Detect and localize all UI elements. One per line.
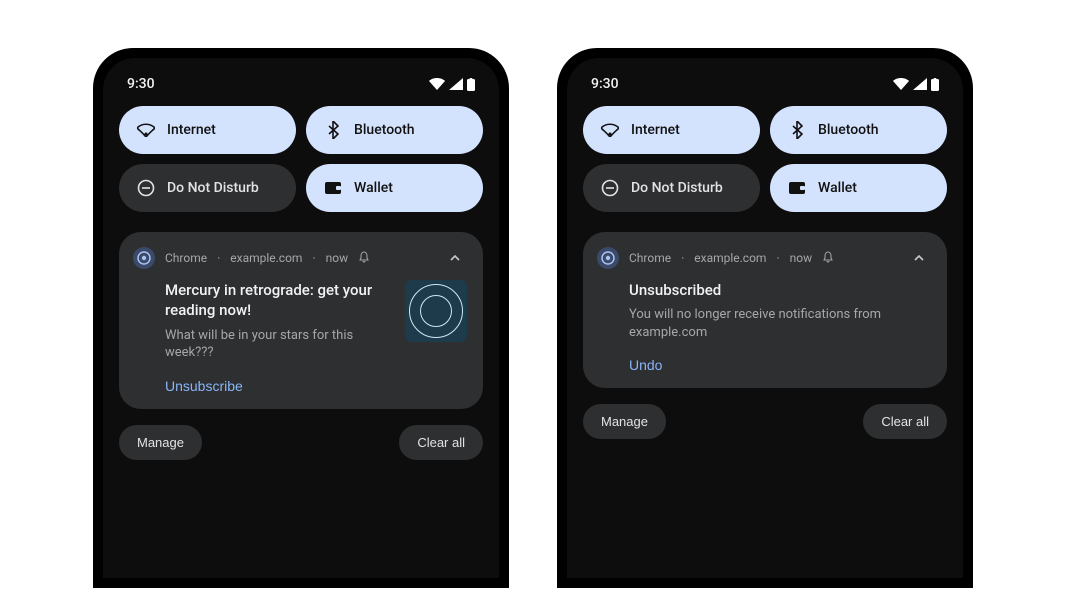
wifi-icon bbox=[429, 78, 445, 90]
notif-site: example.com bbox=[230, 251, 302, 265]
qs-internet[interactable]: Internet bbox=[583, 106, 760, 154]
notification-body: Mercury in retrograde: get your reading … bbox=[133, 280, 467, 362]
notification-header: Chrome · example.com · now bbox=[597, 246, 931, 270]
screen: 9:30 Internet Bluetooth bbox=[567, 58, 963, 578]
chevron-up-icon bbox=[448, 251, 462, 265]
bluetooth-icon bbox=[324, 121, 342, 139]
notification-footer: Manage Clear all bbox=[119, 425, 483, 460]
wallet-icon bbox=[788, 179, 806, 197]
phone-right: 9:30 Internet Bluetooth bbox=[557, 48, 973, 588]
wifi-icon bbox=[893, 78, 909, 90]
qs-label: Internet bbox=[167, 122, 216, 138]
bluetooth-icon bbox=[788, 121, 806, 139]
notif-when: now bbox=[790, 251, 813, 265]
status-bar: 9:30 bbox=[119, 72, 483, 106]
unsubscribe-button[interactable]: Unsubscribe bbox=[165, 378, 243, 394]
notif-when: now bbox=[326, 251, 349, 265]
manage-button[interactable]: Manage bbox=[583, 404, 666, 439]
notif-app: Chrome bbox=[629, 251, 671, 265]
notification-header: Chrome · example.com · now bbox=[133, 246, 467, 270]
qs-dnd[interactable]: Do Not Disturb bbox=[583, 164, 760, 212]
notification-body: Unsubscribed You will no longer receive … bbox=[597, 280, 931, 341]
signal-icon bbox=[449, 78, 463, 90]
chrome-icon bbox=[597, 247, 619, 269]
notification-actions: Undo bbox=[597, 355, 931, 374]
clock: 9:30 bbox=[591, 76, 619, 92]
status-icons bbox=[893, 78, 939, 91]
signal-icon bbox=[913, 78, 927, 90]
qs-wallet[interactable]: Wallet bbox=[770, 164, 947, 212]
clear-all-button[interactable]: Clear all bbox=[863, 404, 947, 439]
chevron-up-icon bbox=[912, 251, 926, 265]
notification-text: What will be in your stars for this week… bbox=[165, 327, 393, 362]
status-icons bbox=[429, 78, 475, 91]
notification-text: You will no longer receive notifications… bbox=[629, 306, 931, 341]
notification-title: Mercury in retrograde: get your reading … bbox=[165, 280, 393, 321]
battery-icon bbox=[931, 78, 939, 91]
chrome-icon bbox=[133, 247, 155, 269]
qs-label: Internet bbox=[631, 122, 680, 138]
qs-label: Wallet bbox=[354, 180, 393, 196]
qs-label: Bluetooth bbox=[818, 122, 879, 138]
notification-footer: Manage Clear all bbox=[583, 404, 947, 439]
status-bar: 9:30 bbox=[583, 72, 947, 106]
notification-actions: Unsubscribe bbox=[133, 376, 467, 395]
qs-label: Bluetooth bbox=[354, 122, 415, 138]
manage-button[interactable]: Manage bbox=[119, 425, 202, 460]
wifi-icon bbox=[601, 121, 619, 139]
phone-left: 9:30 Internet Bluetooth bbox=[93, 48, 509, 588]
collapse-button[interactable] bbox=[907, 246, 931, 270]
notification-title: Unsubscribed bbox=[629, 280, 931, 300]
notif-site: example.com bbox=[694, 251, 766, 265]
undo-button[interactable]: Undo bbox=[629, 357, 662, 373]
qs-bluetooth[interactable]: Bluetooth bbox=[306, 106, 483, 154]
qs-label: Do Not Disturb bbox=[167, 180, 259, 196]
wifi-icon bbox=[137, 121, 155, 139]
wallet-icon bbox=[324, 179, 342, 197]
screen: 9:30 Internet Bluetooth bbox=[103, 58, 499, 578]
qs-bluetooth[interactable]: Bluetooth bbox=[770, 106, 947, 154]
quick-settings: Internet Bluetooth Do Not Disturb Wallet bbox=[119, 106, 483, 212]
quick-settings: Internet Bluetooth Do Not Disturb Wallet bbox=[583, 106, 947, 212]
bell-icon bbox=[358, 251, 370, 266]
notif-app: Chrome bbox=[165, 251, 207, 265]
dnd-icon bbox=[137, 179, 155, 197]
bell-icon bbox=[822, 251, 834, 266]
qs-dnd[interactable]: Do Not Disturb bbox=[119, 164, 296, 212]
notification-card[interactable]: Chrome · example.com · now Mercury in re… bbox=[119, 232, 483, 409]
qs-wallet[interactable]: Wallet bbox=[306, 164, 483, 212]
collapse-button[interactable] bbox=[443, 246, 467, 270]
clear-all-button[interactable]: Clear all bbox=[399, 425, 483, 460]
qs-label: Do Not Disturb bbox=[631, 180, 723, 196]
notification-card[interactable]: Chrome · example.com · now Unsubscribed … bbox=[583, 232, 947, 388]
notification-image bbox=[405, 280, 467, 342]
qs-label: Wallet bbox=[818, 180, 857, 196]
clock: 9:30 bbox=[127, 76, 155, 92]
qs-internet[interactable]: Internet bbox=[119, 106, 296, 154]
battery-icon bbox=[467, 78, 475, 91]
dnd-icon bbox=[601, 179, 619, 197]
